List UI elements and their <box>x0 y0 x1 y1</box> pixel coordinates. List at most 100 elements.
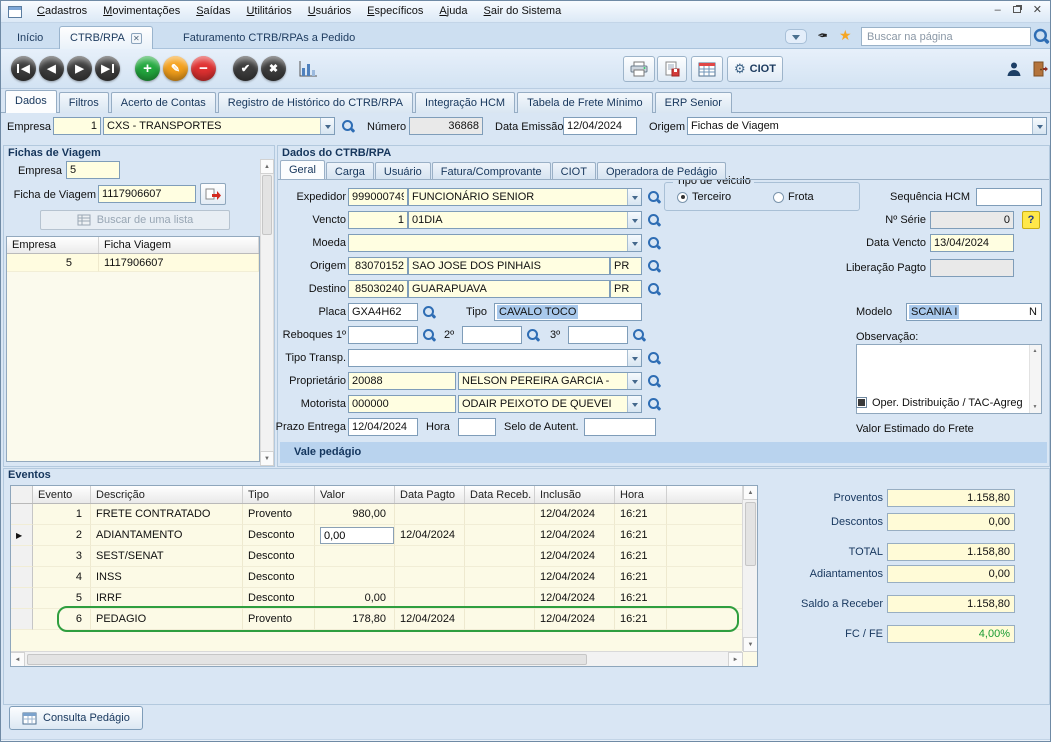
liberacao-input[interactable] <box>930 259 1014 277</box>
ficha-viagem-input[interactable] <box>98 185 196 203</box>
table-row-1[interactable]: 1 FRETE CONTRATADO Provento 980,00 12/04… <box>11 504 742 525</box>
exit-door-icon[interactable] <box>1027 58 1051 80</box>
table-row-3[interactable]: 3 SEST/SENAT Desconto 12/04/2024 16:21 <box>11 546 742 567</box>
data-emissao-input[interactable] <box>563 117 637 135</box>
restore-button[interactable] <box>1013 4 1021 16</box>
nav-prev-button[interactable]: ◀ <box>39 56 64 81</box>
col-evento[interactable]: Evento <box>33 486 91 503</box>
scroll-up-icon[interactable]: ▲ <box>1029 345 1041 357</box>
edit-button[interactable]: ✎ <box>163 56 188 81</box>
empresa-combo[interactable]: CXS - TRANSPORTES <box>103 117 335 135</box>
tab-fatura-comprovante[interactable]: Fatura/Comprovante <box>432 162 551 179</box>
tab-integracao-hcm[interactable]: Integração HCM <box>415 92 515 113</box>
tab-acerto-de-contas[interactable]: Acerto de Contas <box>111 92 216 113</box>
col-hora[interactable]: Hora <box>615 486 667 503</box>
menu-movimentacoes[interactable]: Movimentações <box>95 1 188 22</box>
delete-button[interactable]: − <box>191 56 216 81</box>
expedidor-combo[interactable]: FUNCIONÁRIO SENIOR <box>408 188 642 206</box>
table-row-2[interactable]: ▶ 2 ADIANTAMENTO Desconto 12/04/2024 12/… <box>11 525 742 546</box>
reboque1-input[interactable] <box>348 326 418 344</box>
grid-vertical-scrollbar[interactable]: ▲ ▼ <box>742 486 757 651</box>
tab-faturamento[interactable]: Faturamento CTRB/RPAs a Pedido <box>173 26 365 49</box>
chart-icon[interactable] <box>295 58 321 80</box>
sequencia-hcm-input[interactable] <box>976 188 1042 206</box>
consulta-pedagio-button[interactable]: Consulta Pedágio <box>9 706 143 730</box>
moeda-lookup-icon[interactable] <box>647 236 661 250</box>
chevron-down-icon[interactable] <box>1032 118 1046 134</box>
reboque2-input[interactable] <box>462 326 522 344</box>
tab-erp-senior[interactable]: ERP Senior <box>655 92 732 113</box>
tab-geral[interactable]: Geral <box>280 160 325 179</box>
add-button[interactable]: + <box>135 56 160 81</box>
destino-code-input[interactable] <box>348 280 408 298</box>
col-ficha-viagem[interactable]: Ficha Viagem <box>99 237 259 253</box>
radio-frota[interactable]: Frota <box>773 191 814 203</box>
menu-cadastros[interactable]: Cadastros <box>29 1 95 22</box>
oper-distribuicao-checkbox[interactable] <box>856 397 867 408</box>
motorista-lookup-icon[interactable] <box>647 397 661 411</box>
tab-tabela-frete-minimo[interactable]: Tabela de Frete Mínimo <box>517 92 653 113</box>
list-item[interactable]: 5 1117906607 <box>7 254 259 272</box>
destino-lookup-icon[interactable] <box>647 282 661 296</box>
scroll-down-icon[interactable]: ▼ <box>1029 401 1041 413</box>
scroll-up-icon[interactable]: ▲ <box>743 485 758 500</box>
scroll-thumb[interactable] <box>745 502 756 566</box>
chevron-down-icon[interactable] <box>320 118 334 134</box>
table-row-4[interactable]: 4 INSS Desconto 12/04/2024 16:21 <box>11 567 742 588</box>
menu-ajuda[interactable]: Ajuda <box>431 1 475 22</box>
close-button[interactable]: ✕ <box>1033 4 1042 16</box>
scroll-left-icon[interactable]: ◄ <box>10 652 25 667</box>
buscar-lista-button[interactable]: Buscar de uma lista <box>40 210 230 230</box>
proprietario-combo[interactable]: NELSON PEREIRA GARCIA - <box>458 372 642 390</box>
valor-edit-input[interactable] <box>320 527 394 544</box>
vencto-lookup-icon[interactable] <box>647 213 661 227</box>
chevron-down-icon[interactable] <box>627 235 641 251</box>
tab-dados[interactable]: Dados <box>5 90 57 113</box>
tab-ciot[interactable]: CIOT <box>552 162 596 179</box>
expedidor-code-input[interactable] <box>348 188 408 206</box>
destino-uf-combo[interactable]: PR <box>610 280 642 298</box>
col-tipo[interactable]: Tipo <box>243 486 315 503</box>
placa-lookup-icon[interactable] <box>422 305 436 319</box>
table-row-5[interactable]: 5 IRRF Desconto 0,00 12/04/2024 16:21 <box>11 588 742 609</box>
serie-input[interactable] <box>930 211 1014 229</box>
col-valor[interactable]: Valor <box>315 486 395 503</box>
expedidor-lookup-icon[interactable] <box>647 190 661 204</box>
numero-input[interactable] <box>409 117 483 135</box>
confirm-button[interactable]: ✔ <box>233 56 258 81</box>
scroll-up-icon[interactable]: ▲ <box>260 159 274 174</box>
origem-code-input[interactable] <box>348 257 408 275</box>
empresa-lookup-icon[interactable] <box>341 119 355 133</box>
moeda-combo[interactable] <box>348 234 642 252</box>
radio-terceiro[interactable]: Terceiro <box>677 191 731 203</box>
reboque3-lookup-icon[interactable] <box>632 328 646 342</box>
tab-close-icon[interactable]: ✕ <box>131 33 142 44</box>
pin-icon[interactable]: ✒ <box>817 28 828 44</box>
spreadsheet-button[interactable] <box>691 56 723 82</box>
nav-next-button[interactable]: ▶ <box>67 56 92 81</box>
tab-operadora-pedagio[interactable]: Operadora de Pedágio <box>597 162 726 179</box>
table-row-6[interactable]: 6 PEDAGIO Provento 178,80 12/04/2024 12/… <box>11 609 742 630</box>
tab-inicio[interactable]: Início <box>7 26 53 49</box>
origem-doc-combo[interactable]: Fichas de Viagem <box>687 117 1047 135</box>
tipo-transp-combo[interactable] <box>348 349 642 367</box>
origem-uf-combo[interactable]: PR <box>610 257 642 275</box>
modelo-combo[interactable]: SCANIA IN <box>906 303 1042 321</box>
vencto-code-input[interactable] <box>348 211 408 229</box>
scroll-down-icon[interactable]: ▼ <box>743 637 758 652</box>
enviar-ficha-button[interactable] <box>200 183 226 205</box>
placa-input[interactable] <box>348 303 418 321</box>
chevron-down-icon[interactable] <box>627 189 641 205</box>
col-data-pagto[interactable]: Data Pagto <box>395 486 465 503</box>
reboque1-lookup-icon[interactable] <box>422 328 436 342</box>
chevron-down-icon[interactable] <box>627 396 641 412</box>
tipo-transp-lookup-icon[interactable] <box>647 351 661 365</box>
col-inclusao[interactable]: Inclusão <box>535 486 615 503</box>
scroll-thumb[interactable] <box>27 654 587 665</box>
tab-filtros[interactable]: Filtros <box>59 92 109 113</box>
origem-cidade-input[interactable] <box>408 257 610 275</box>
empresa-code-input[interactable] <box>53 117 101 135</box>
reboque3-input[interactable] <box>568 326 628 344</box>
vencto-combo[interactable]: 01DIA <box>408 211 642 229</box>
chevron-down-icon[interactable] <box>627 373 641 389</box>
